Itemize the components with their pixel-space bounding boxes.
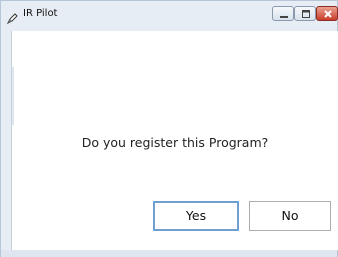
dialog-window: IR Pilot Do you register this Program? Y… [0, 0, 338, 257]
minimize-icon [280, 16, 288, 18]
yes-button[interactable]: Yes [153, 201, 239, 231]
dialog-message: Do you register this Program? [81, 135, 269, 150]
bottom-frame [1, 250, 337, 257]
window-title: IR Pilot [23, 8, 58, 19]
left-accent-stripe [12, 67, 14, 125]
no-button[interactable]: No [249, 201, 331, 231]
close-button[interactable] [316, 6, 338, 21]
dialog-content: Do you register this Program? Yes No [11, 31, 338, 250]
close-icon [324, 10, 332, 18]
minimize-button[interactable] [272, 6, 294, 21]
maximize-button[interactable] [294, 6, 316, 21]
maximize-icon [302, 10, 310, 18]
app-pen-icon [6, 9, 19, 25]
title-bar[interactable]: IR Pilot [1, 1, 338, 29]
